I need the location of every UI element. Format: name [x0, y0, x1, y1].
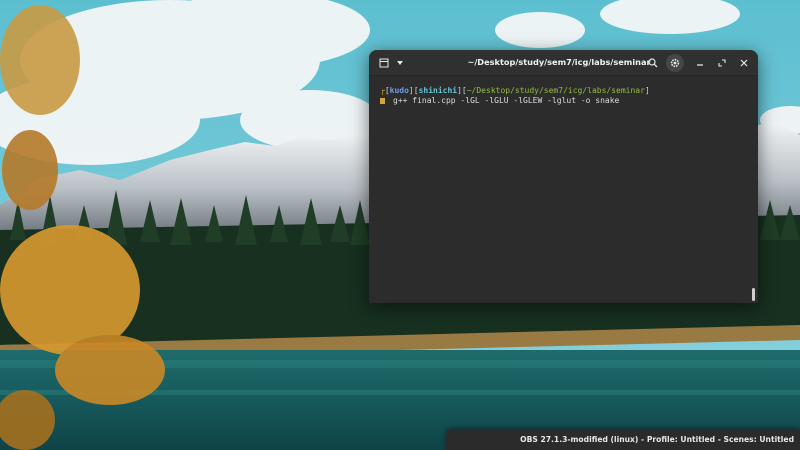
prompt-bracket: ] [644, 86, 650, 95]
minimize-icon[interactable] [691, 54, 709, 72]
terminal-titlebar[interactable]: ~/Desktop/study/sem7/icg/labs/seminar [369, 50, 758, 76]
prompt-bracket: ][ [457, 86, 467, 95]
command-line[interactable]: g++ final.cpp -lGL -lGLU -lGLEW -lglut -… [380, 96, 758, 106]
close-icon[interactable] [735, 54, 753, 72]
command-text: g++ final.cpp -lGL -lGLU -lGLEW -lglut -… [393, 96, 620, 105]
terminal-window[interactable]: ~/Desktop/study/sem7/icg/labs/seminar ┌[… [369, 50, 758, 303]
prompt-host: shinichi [418, 86, 458, 95]
prompt-user: kudo [389, 86, 409, 95]
gear-icon[interactable] [666, 54, 684, 72]
prompt-marker [380, 97, 385, 104]
terminal-output[interactable]: ┌[kudo][shinichi][~/Desktop/study/sem7/i… [369, 77, 758, 303]
terminal-title: ~/Desktop/study/sem7/icg/labs/seminar [467, 57, 651, 67]
prompt-bracket: ][ [408, 86, 419, 95]
search-icon[interactable] [644, 54, 662, 72]
terminal-scrollbar[interactable] [752, 288, 755, 301]
obs-status-bar: OBS 27.1.3-modified (linux) - Profile: U… [446, 429, 800, 450]
chevron-down-icon[interactable] [391, 54, 409, 72]
obs-status-text: OBS 27.1.3-modified (linux) - Profile: U… [520, 435, 794, 444]
maximize-icon[interactable] [713, 54, 731, 72]
shell-prompt: ┌[kudo][shinichi][~/Desktop/study/sem7/i… [380, 86, 758, 96]
prompt-path: ~/Desktop/study/sem7/icg/labs/seminar [466, 86, 645, 95]
